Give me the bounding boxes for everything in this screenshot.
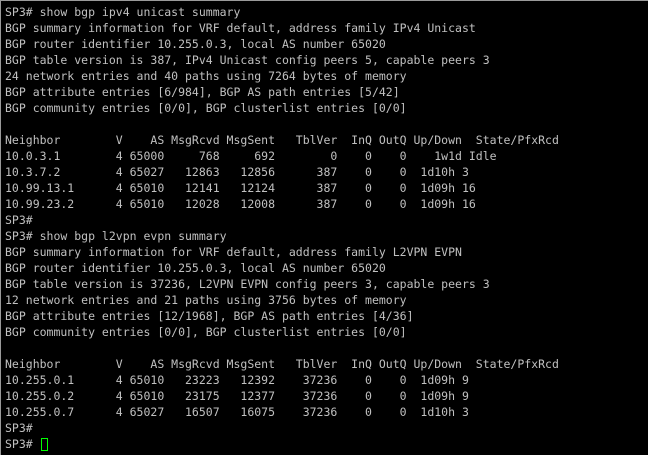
- terminal-line: 10.0.3.1 4 65000 768 692 0 0 0 1w1d Idle: [5, 149, 497, 163]
- terminal-window[interactable]: SP3# show bgp ipv4 unicast summary BGP su…: [0, 0, 648, 455]
- terminal-line: 10.99.23.2 4 65010 12028 12008 387 0 0 1…: [5, 197, 476, 211]
- terminal-line: BGP community entries [0/0], BGP cluster…: [5, 101, 407, 115]
- terminal-line: 10.255.0.1 4 65010 23223 12392 37236 0 0…: [5, 373, 469, 387]
- terminal-line: BGP router identifier 10.255.0.3, local …: [5, 261, 386, 275]
- terminal-line: Neighbor V AS MsgRcvd MsgSent TblVer InQ…: [5, 133, 559, 147]
- terminal-line: 10.3.7.2 4 65027 12863 12856 387 0 0 1d1…: [5, 165, 469, 179]
- terminal-line: 12 network entries and 21 paths using 37…: [5, 293, 407, 307]
- terminal-line: SP3# show bgp l2vpn evpn summary: [5, 229, 227, 243]
- terminal-line: BGP table version is 37236, L2VPN EVPN c…: [5, 277, 490, 291]
- terminal-line: SP3#: [5, 213, 33, 227]
- terminal-line: 10.255.0.7 4 65027 16507 16075 37236 0 0…: [5, 405, 469, 419]
- command-prompt[interactable]: SP3#: [5, 436, 648, 452]
- terminal-line: 10.99.13.1 4 65010 12141 12124 387 0 0 1…: [5, 181, 476, 195]
- terminal-line: 24 network entries and 40 paths using 72…: [5, 69, 407, 83]
- terminal-line: BGP summary information for VRF default,…: [5, 21, 476, 35]
- terminal-line: BGP table version is 387, IPv4 Unicast c…: [5, 53, 490, 67]
- terminal-line: SP3# show bgp ipv4 unicast summary: [5, 5, 241, 19]
- terminal-line: SP3#: [5, 421, 33, 435]
- cursor-icon: [40, 437, 48, 451]
- terminal-line: BGP router identifier 10.255.0.3, local …: [5, 37, 386, 51]
- terminal-line: BGP summary information for VRF default,…: [5, 245, 462, 259]
- terminal-output: SP3# show bgp ipv4 unicast summary BGP su…: [5, 4, 648, 436]
- terminal-line: 10.255.0.2 4 65010 23175 12377 37236 0 0…: [5, 389, 469, 403]
- terminal-line: BGP attribute entries [12/1968], BGP AS …: [5, 309, 414, 323]
- terminal-line: Neighbor V AS MsgRcvd MsgSent TblVer InQ…: [5, 357, 559, 371]
- terminal-line: BGP community entries [0/0], BGP cluster…: [5, 325, 407, 339]
- prompt-text: SP3#: [5, 437, 40, 451]
- terminal-line: BGP attribute entries [6/984], BGP AS pa…: [5, 85, 400, 99]
